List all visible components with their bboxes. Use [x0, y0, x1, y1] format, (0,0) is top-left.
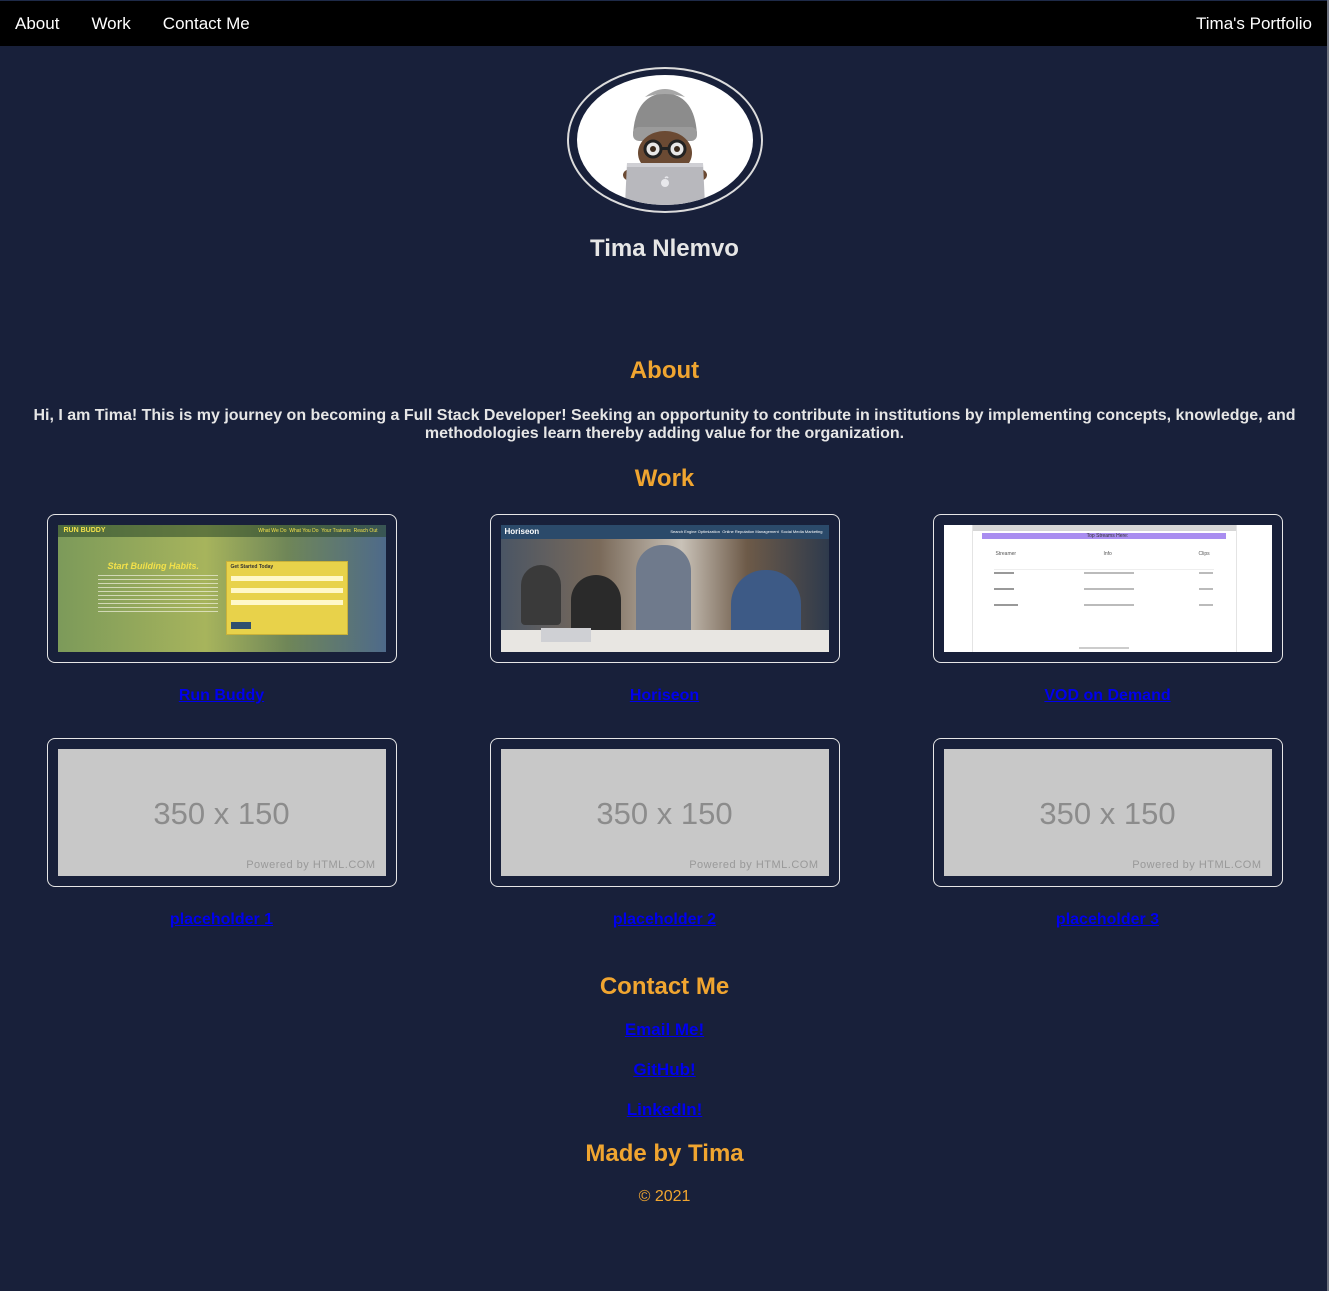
placeholder-powered-text: Powered by HTML.COM: [689, 859, 819, 871]
linkedin-link[interactable]: LinkedIn!: [627, 1100, 703, 1120]
project-link-placeholder-3[interactable]: placeholder 3: [1056, 911, 1159, 929]
vod-on-demand-screenshot: Top Streams Here: Streamer Info Clips: [943, 525, 1272, 652]
run-buddy-form: Get Started Today: [225, 561, 348, 635]
project-thumb-frame[interactable]: 350 x 150 Powered by HTML.COM: [489, 738, 840, 887]
vod-col-info: Info: [1103, 551, 1112, 557]
project-link-vod-on-demand[interactable]: VOD on Demand: [1044, 687, 1170, 705]
contact-heading: Contact Me: [599, 973, 730, 1000]
run-buddy-screenshot: RUN BUDDY What We Do What You Do Your Tr…: [57, 525, 386, 652]
about-text: Hi, I am Tima! This is my journey on bec…: [33, 407, 1296, 442]
nav-link-about[interactable]: About: [15, 14, 59, 34]
brand-title: Tima's Portfolio: [1196, 13, 1312, 33]
horiseon-logo: Horiseon: [504, 527, 540, 536]
project-link-horiseon[interactable]: Horiseon: [630, 687, 699, 705]
nav-links: About Work Contact Me: [15, 14, 250, 34]
placeholder-size-text: 350 x 150: [596, 796, 733, 831]
about-heading: About: [629, 357, 700, 384]
placeholder-size-text: 350 x 150: [153, 796, 290, 831]
avatar-image: [576, 75, 753, 205]
top-navbar: About Work Contact Me Tima's Portfolio: [0, 0, 1329, 46]
vod-col-streamer: Streamer: [995, 551, 1017, 557]
run-buddy-logo: RUN BUDDY: [63, 527, 106, 534]
horiseon-screenshot: Horiseon Search Engine Optimization Onli…: [500, 525, 829, 652]
nav-link-contact[interactable]: Contact Me: [163, 14, 250, 34]
work-section: Work RUN BUDDY What We Do What You Do Yo…: [0, 465, 1329, 929]
footer: Made by Tima © 2021: [0, 1140, 1329, 1206]
placeholder-image: 350 x 150 Powered by HTML.COM: [500, 749, 829, 876]
avatar: [566, 67, 763, 213]
project-card-run-buddy: RUN BUDDY What We Do What You Do Your Tr…: [46, 514, 397, 705]
project-thumb-frame[interactable]: 350 x 150 Powered by HTML.COM: [46, 738, 397, 887]
horiseon-nav: Search Engine Optimization Online Reputa…: [670, 529, 823, 534]
project-link-placeholder-2[interactable]: placeholder 2: [613, 911, 716, 929]
vod-col-clips: Clips: [1198, 551, 1210, 557]
project-link-run-buddy[interactable]: Run Buddy: [179, 687, 264, 705]
project-link-placeholder-1[interactable]: placeholder 1: [170, 911, 273, 929]
run-buddy-headline: Start Building Habits.: [107, 561, 200, 571]
about-section: About Hi, I am Tima! This is my journey …: [0, 357, 1329, 443]
contact-section: Contact Me Email Me! GitHub! LinkedIn!: [0, 973, 1329, 1120]
project-card-placeholder-1: 350 x 150 Powered by HTML.COM placeholde…: [46, 738, 397, 929]
contact-links: Email Me! GitHub! LinkedIn!: [0, 1020, 1329, 1120]
run-buddy-nav: What We Do What You Do Your Trainers Rea…: [258, 528, 378, 534]
memoji-laptop-icon: [622, 89, 707, 205]
vod-banner: Top Streams Here:: [1086, 533, 1129, 539]
github-link[interactable]: GitHub!: [633, 1060, 695, 1080]
project-thumb-frame[interactable]: 350 x 150 Powered by HTML.COM: [932, 738, 1283, 887]
placeholder-image: 350 x 150 Powered by HTML.COM: [943, 749, 1272, 876]
profile-name: Tima Nlemvo: [590, 235, 739, 262]
project-card-placeholder-2: 350 x 150 Powered by HTML.COM placeholde…: [489, 738, 840, 929]
project-card-vod-on-demand: Top Streams Here: Streamer Info Clips VO…: [932, 514, 1283, 705]
project-grid: RUN BUDDY What We Do What You Do Your Tr…: [0, 514, 1329, 929]
placeholder-powered-text: Powered by HTML.COM: [1132, 859, 1262, 871]
footer-heading: Made by Tima: [585, 1140, 744, 1167]
copyright-text: © 2021: [638, 1188, 691, 1205]
work-heading: Work: [634, 465, 695, 492]
project-card-placeholder-3: 350 x 150 Powered by HTML.COM placeholde…: [932, 738, 1283, 929]
placeholder-powered-text: Powered by HTML.COM: [246, 859, 376, 871]
placeholder-image: 350 x 150 Powered by HTML.COM: [57, 749, 386, 876]
placeholder-size-text: 350 x 150: [1039, 796, 1176, 831]
project-thumb-frame[interactable]: Top Streams Here: Streamer Info Clips: [932, 514, 1283, 663]
project-thumb-frame[interactable]: RUN BUDDY What We Do What You Do Your Tr…: [46, 514, 397, 663]
nav-link-work[interactable]: Work: [91, 14, 130, 34]
email-link[interactable]: Email Me!: [625, 1020, 704, 1040]
project-thumb-frame[interactable]: Horiseon Search Engine Optimization Onli…: [489, 514, 840, 663]
run-buddy-text-block: [97, 575, 218, 615]
project-card-horiseon: Horiseon Search Engine Optimization Onli…: [489, 514, 840, 705]
